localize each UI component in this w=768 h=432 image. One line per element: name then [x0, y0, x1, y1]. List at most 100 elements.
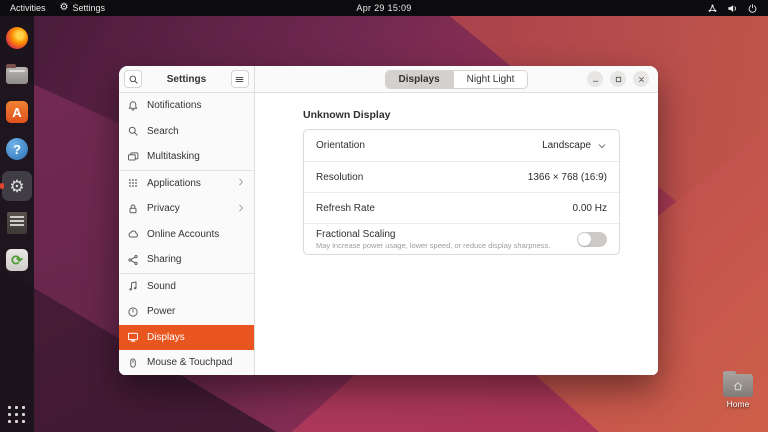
maximize-icon [614, 75, 623, 84]
refresh-rate-row[interactable]: Refresh Rate 0.00 Hz [304, 192, 619, 223]
refresh-rate-value: 0.00 Hz [573, 203, 607, 214]
dock: A ? ⚙ ⟳ [0, 16, 34, 432]
house-icon [732, 380, 744, 392]
tab-night-light[interactable]: Night Light [453, 71, 528, 88]
power-icon [747, 3, 758, 14]
displays-content: Unknown Display Orientation Landscape Re… [255, 93, 658, 375]
clock[interactable]: Apr 29 15:09 [0, 3, 768, 13]
sidebar-item-power[interactable]: Power [119, 299, 254, 325]
chevron-right-icon [236, 200, 246, 218]
fractional-scaling-row: Fractional Scaling May increase power us… [304, 223, 619, 254]
sidebar-item-online-accounts[interactable]: Online Accounts [119, 222, 254, 248]
fractional-scaling-toggle[interactable] [577, 232, 607, 247]
sidebar-item-displays[interactable]: Displays [119, 325, 254, 351]
sidebar-item-label: Displays [147, 332, 185, 343]
dock-item-ubuntu-software[interactable]: A [2, 97, 32, 127]
close-icon [637, 75, 646, 84]
dock-item-settings[interactable]: ⚙ [2, 171, 32, 201]
sidebar-item-label: Sound [147, 281, 176, 292]
sidebar-list: Notifications Search Multitasking Ap [119, 93, 254, 375]
search-button[interactable] [124, 70, 142, 88]
row-label: Refresh Rate [316, 203, 375, 214]
window-title: Settings [167, 74, 206, 85]
settings-window: Settings Notifications Search [119, 66, 658, 375]
settings-sidebar: Settings Notifications Search [119, 66, 255, 375]
mouse-icon [127, 357, 139, 369]
sidebar-item-label: Power [147, 306, 175, 317]
lock-icon [127, 203, 139, 215]
sidebar-item-sound[interactable]: Sound [119, 274, 254, 300]
system-tray[interactable] [707, 3, 768, 14]
display-settings-panel: Orientation Landscape Resolution 1366 × … [303, 129, 620, 255]
top-bar: Activities ⚙ Settings Apr 29 15:09 [0, 0, 768, 16]
home-label: Home [727, 399, 750, 409]
close-button[interactable] [633, 71, 649, 87]
network-icon [707, 3, 718, 14]
home-folder-icon [723, 374, 753, 397]
multitasking-icon [127, 151, 139, 163]
sidebar-header: Settings [119, 66, 254, 93]
sidebar-item-privacy[interactable]: Privacy [119, 196, 254, 222]
maximize-button[interactable] [610, 71, 626, 87]
display-icon [127, 331, 139, 343]
orientation-dropdown[interactable]: Landscape [542, 140, 607, 151]
row-label: Orientation [316, 140, 365, 151]
sidebar-item-label: Online Accounts [147, 229, 219, 240]
cloud-icon [127, 228, 139, 240]
row-label: Fractional Scaling [316, 229, 550, 240]
dock-item-help[interactable]: ? [2, 134, 32, 164]
dock-item-files[interactable] [2, 60, 32, 90]
sidebar-item-applications[interactable]: Applications [119, 171, 254, 197]
bell-icon [127, 100, 139, 112]
dock-item-software-updater[interactable]: ⟳ [2, 245, 32, 275]
software-updater-icon: ⟳ [6, 249, 28, 271]
files-icon [6, 67, 28, 84]
sidebar-item-sharing[interactable]: Sharing [119, 247, 254, 273]
text-editor-icon [7, 212, 27, 234]
volume-icon [727, 3, 738, 14]
dock-item-firefox[interactable] [2, 23, 32, 53]
settings-main-pane: Displays Night Light Unknown Display [255, 66, 658, 375]
resolution-row[interactable]: Resolution 1366 × 768 (16:9) [304, 161, 619, 192]
hamburger-icon [234, 74, 245, 85]
share-icon [127, 254, 139, 266]
minimize-icon [591, 75, 600, 84]
primary-menu-button[interactable] [231, 70, 249, 88]
chevron-down-icon [597, 141, 607, 151]
minimize-button[interactable] [587, 71, 603, 87]
music-note-icon [127, 280, 139, 292]
sidebar-item-label: Applications [147, 178, 201, 189]
dock-item-text-editor[interactable] [2, 208, 32, 238]
chevron-right-icon [236, 174, 246, 192]
row-label: Resolution [316, 172, 363, 183]
orientation-row: Orientation Landscape [304, 130, 619, 161]
sidebar-item-search[interactable]: Search [119, 119, 254, 145]
header-bar: Displays Night Light [255, 66, 658, 93]
orientation-value: Landscape [542, 140, 591, 151]
sidebar-item-multitasking[interactable]: Multitasking [119, 144, 254, 170]
ubuntu-software-icon: A [6, 101, 28, 123]
desktop-home-shortcut[interactable]: Home [716, 374, 760, 409]
sidebar-item-label: Notifications [147, 100, 201, 111]
resolution-value: 1366 × 768 (16:9) [528, 172, 607, 183]
settings-gear-icon: ⚙ [9, 178, 24, 195]
row-subtitle: May increase power usage, lower speed, o… [316, 241, 550, 250]
firefox-icon [6, 27, 28, 49]
help-icon: ? [6, 138, 28, 160]
grid-icon [127, 177, 139, 189]
search-icon [128, 74, 139, 85]
sidebar-item-label: Multitasking [147, 151, 200, 162]
sidebar-item-label: Sharing [147, 254, 181, 265]
show-applications-button[interactable] [8, 406, 26, 424]
running-indicator [0, 183, 4, 189]
toggle-knob [578, 233, 591, 246]
sidebar-item-label: Search [147, 126, 179, 137]
sidebar-item-notifications[interactable]: Notifications [119, 93, 254, 119]
sidebar-item-label: Mouse & Touchpad [147, 357, 232, 368]
sidebar-item-mouse-touchpad[interactable]: Mouse & Touchpad [119, 350, 254, 375]
section-title: Unknown Display [303, 109, 620, 121]
tab-displays[interactable]: Displays [386, 71, 453, 88]
sidebar-item-label: Privacy [147, 203, 180, 214]
window-controls [587, 71, 658, 87]
search-icon [127, 125, 139, 137]
